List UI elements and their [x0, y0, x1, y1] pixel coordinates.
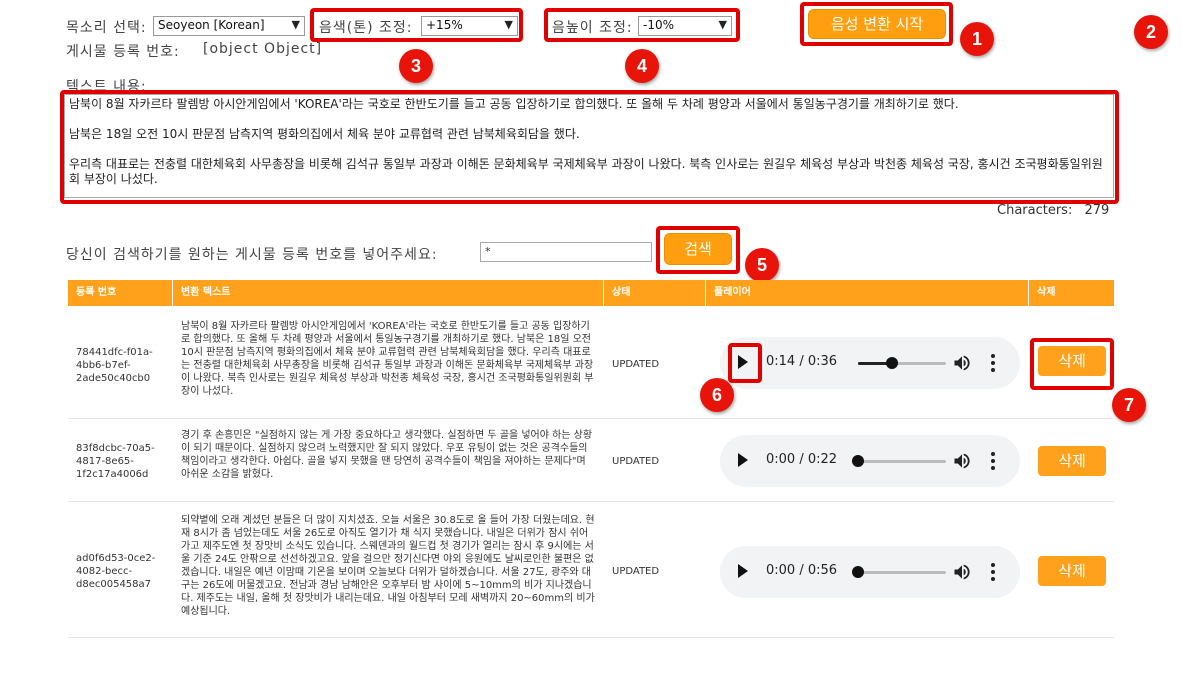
annotation-badge-6: 6 — [700, 378, 734, 412]
characters-label: Characters: — [997, 203, 1073, 218]
volume-icon[interactable] — [952, 353, 972, 373]
voice-select-value: Seoyeon [Korean] — [158, 18, 265, 32]
progress-knob[interactable] — [852, 566, 864, 578]
column-header-delete: 삭제 — [1029, 280, 1114, 306]
row-text: 남북이 8월 자카르타 팔렘방 아시안게임에서 'KOREA'라는 국호로 한반… — [181, 321, 594, 397]
voice-label: 목소리 선택: — [66, 20, 147, 36]
audio-player[interactable]: 0:00 / 0:56 — [720, 546, 1020, 598]
more-options-icon[interactable] — [990, 451, 996, 471]
progress-knob[interactable] — [852, 455, 864, 467]
highlight-box-pitch — [544, 8, 740, 42]
annotation-badge-5: 5 — [745, 248, 779, 282]
voice-select[interactable]: Seoyeon [Korean] ▼ — [153, 16, 305, 36]
highlight-box-text — [60, 90, 1119, 204]
character-count: Characters: 279 — [997, 203, 1109, 218]
highlight-box-convert — [800, 2, 953, 46]
highlight-box-search — [656, 226, 740, 274]
row-id: 83f8dcbc-70a5-4817-8e65-1f2c17a4006d — [76, 443, 155, 480]
column-header-player: 플레이어 — [706, 280, 1028, 306]
delete-button[interactable]: 삭제 — [1038, 556, 1106, 586]
progress-knob[interactable] — [886, 357, 899, 369]
row-id: 78441dfc-f01a-4bb6-b7ef-2ade50c40cb0 — [76, 347, 153, 384]
row-text: 경기 후 손흥민은 "실점하지 않는 게 가장 중요하다고 생각했다. 실점하면… — [181, 430, 593, 480]
row-divider — [68, 637, 1114, 638]
column-header-text: 변환 텍스트 — [173, 280, 603, 306]
column-header-status: 상태 — [604, 280, 705, 306]
volume-icon[interactable] — [952, 451, 972, 471]
more-options-icon[interactable] — [990, 562, 996, 582]
column-header-id: 등록 번호 — [68, 280, 172, 306]
row-text: 되약볕에 오래 계셨던 분들은 더 많이 지치셨죠. 오늘 서울은 30.8도로… — [181, 515, 595, 617]
annotation-badge-7: 7 — [1112, 388, 1146, 422]
annotation-badge-1: 1 — [960, 22, 994, 56]
delete-button[interactable]: 삭제 — [1038, 446, 1106, 476]
characters-value: 279 — [1084, 203, 1110, 218]
search-label: 당신이 검색하기를 원하는 게시물 등록 번호를 넣어주세요: — [66, 247, 438, 263]
highlight-box-delete — [1030, 338, 1114, 390]
annotation-badge-3: 3 — [399, 49, 433, 83]
progress-track[interactable] — [852, 455, 946, 467]
play-icon[interactable] — [738, 564, 748, 578]
more-options-icon[interactable] — [990, 353, 996, 373]
audio-player[interactable]: 0:14 / 0:36 — [720, 337, 1020, 389]
playback-time: 0:00 / 0:22 — [766, 452, 838, 467]
post-id-value: [object Object] — [203, 41, 323, 57]
post-id-label: 게시물 등록 번호: — [66, 44, 180, 60]
row-id: ad0f6d53-0ce2-4082-becc-d8ec005458a7 — [76, 553, 156, 590]
play-icon[interactable] — [738, 453, 748, 467]
dropdown-arrow-icon: ▼ — [291, 18, 300, 31]
highlight-box-tone — [310, 8, 523, 42]
progress-track[interactable] — [858, 357, 946, 369]
highlight-box-play — [728, 343, 762, 383]
volume-icon[interactable] — [952, 562, 972, 582]
row-status: UPDATED — [612, 359, 660, 370]
row-status: UPDATED — [612, 566, 660, 577]
row-divider — [68, 418, 1114, 419]
playback-time: 0:14 / 0:36 — [766, 354, 838, 369]
annotation-badge-2: 2 — [1134, 15, 1168, 49]
annotation-badge-4: 4 — [625, 49, 659, 83]
playback-time: 0:00 / 0:56 — [766, 563, 838, 578]
audio-player[interactable]: 0:00 / 0:22 — [720, 435, 1020, 487]
progress-track[interactable] — [852, 566, 946, 578]
search-input[interactable]: * — [480, 242, 652, 262]
row-divider — [68, 501, 1114, 502]
row-status: UPDATED — [612, 456, 660, 467]
